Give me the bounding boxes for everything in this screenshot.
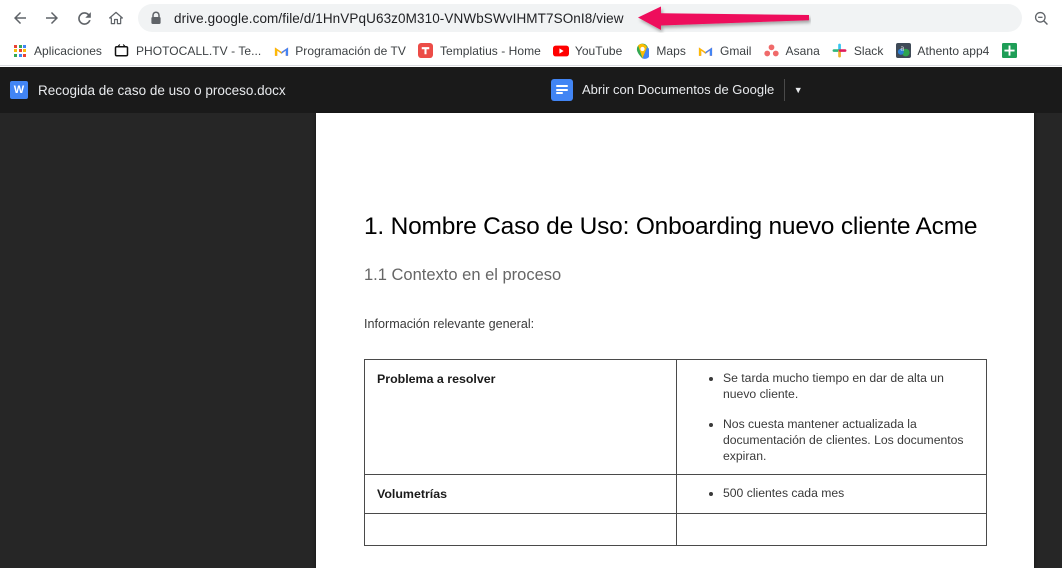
- bookmark-maps[interactable]: Maps: [628, 39, 692, 63]
- bookmark-athento-app4[interactable]: a Athento app4: [889, 39, 995, 63]
- cell-label-text: Volumetrías: [377, 487, 448, 502]
- bookmark-youtube[interactable]: YouTube: [547, 39, 629, 63]
- templatius-icon: [418, 43, 434, 59]
- chevron-down-icon[interactable]: ▼: [785, 85, 811, 95]
- bookmark-programacion-de-tv[interactable]: Programación de TV: [267, 39, 412, 63]
- bullet-list: 500 clientes cada mes: [689, 485, 976, 501]
- back-button[interactable]: [6, 4, 34, 32]
- list-item: Se tarda mucho tiempo en dar de alta un …: [723, 370, 976, 402]
- asana-dots-icon: [764, 43, 780, 59]
- bookmark-label: Asana: [785, 43, 820, 58]
- document-page: 1. Nombre Caso de Uso: Onboarding nuevo …: [316, 113, 1034, 568]
- table-cell-label: Volumetrías: [364, 474, 677, 515]
- open-with-google-docs-button[interactable]: Abrir con Documentos de Google ▼: [551, 74, 812, 105]
- table-row: Problema a resolver Se tarda mucho tiemp…: [364, 358, 987, 476]
- bookmark-templatius-home[interactable]: Templatius - Home: [412, 39, 547, 63]
- document-paragraph: Información relevante general:: [364, 317, 535, 331]
- google-docs-icon: [551, 78, 573, 101]
- bookmark-aplicaciones[interactable]: Aplicaciones: [6, 39, 108, 63]
- bookmark-asana[interactable]: Asana: [758, 39, 826, 63]
- address-bar[interactable]: drive.google.com/file/d/1HnVPqU63z0M310-…: [138, 4, 1022, 32]
- bookmark-label: Slack: [853, 43, 884, 58]
- bookmark-label: Aplicaciones: [34, 43, 102, 58]
- bookmarks-bar: Aplicaciones PHOTOCALL.TV - Te... Progra…: [0, 36, 1062, 66]
- context-table: Problema a resolver Se tarda mucho tiemp…: [364, 358, 987, 547]
- drive-file-viewer: W Recogida de caso de uso o proceso.docx…: [0, 67, 1062, 568]
- document-heading: 1. Nombre Caso de Uso: Onboarding nuevo …: [364, 213, 978, 240]
- bookmark-green-plus[interactable]: [995, 39, 1029, 63]
- tv-icon: [114, 43, 130, 59]
- viewer-toolbar: W Recogida de caso de uso o proceso.docx…: [0, 67, 1062, 113]
- bookmark-photocall-tv[interactable]: PHOTOCALL.TV - Te...: [108, 39, 267, 63]
- svg-text:a: a: [900, 43, 904, 53]
- bookmark-label: YouTube: [574, 43, 623, 58]
- file-name-chip: W Recogida de caso de uso o proceso.docx: [10, 81, 286, 99]
- open-with-label: Abrir con Documentos de Google: [582, 82, 775, 97]
- table-row: Volumetrías 500 clientes cada mes: [364, 474, 987, 515]
- table-row: [364, 513, 987, 547]
- reload-button[interactable]: [70, 4, 98, 32]
- gmail-m-icon: [273, 43, 289, 59]
- word-docx-icon: W: [10, 81, 28, 99]
- forward-button[interactable]: [38, 4, 66, 32]
- green-plus-icon: [1001, 43, 1017, 59]
- list-item: 500 clientes cada mes: [723, 485, 976, 501]
- slack-icon: [832, 43, 848, 59]
- zoom-out-icon[interactable]: [1028, 5, 1054, 31]
- bookmark-slack[interactable]: Slack: [826, 39, 890, 63]
- browser-window: drive.google.com/file/d/1HnVPqU63z0M310-…: [0, 0, 1062, 568]
- bookmark-label: PHOTOCALL.TV - Te...: [135, 43, 262, 58]
- table-cell-label: [364, 513, 677, 547]
- cell-label-text: Problema a resolver: [377, 372, 496, 386]
- bookmark-gmail[interactable]: Gmail: [692, 39, 758, 63]
- bookmark-label: Programación de TV: [295, 43, 406, 58]
- table-cell-bullets: Se tarda mucho tiempo en dar de alta un …: [676, 358, 987, 476]
- url-text: drive.google.com/file/d/1HnVPqU63z0M310-…: [174, 10, 624, 26]
- bullet-list: Se tarda mucho tiempo en dar de alta un …: [689, 370, 976, 464]
- gmail-m-icon: [698, 43, 714, 59]
- apps-grid-icon: [12, 43, 28, 59]
- table-cell-bullets: [676, 513, 987, 547]
- bookmark-label: Gmail: [719, 43, 752, 58]
- home-button[interactable]: [102, 4, 130, 32]
- document-subheading: 1.1 Contexto en el proceso: [364, 266, 562, 284]
- file-name-label: Recogida de caso de uso o proceso.docx: [38, 82, 286, 98]
- table-cell-bullets: 500 clientes cada mes: [676, 474, 987, 515]
- athento-icon: a: [895, 43, 911, 59]
- bookmark-label: Templatius - Home: [439, 43, 541, 58]
- bookmark-label: Athento app4: [917, 43, 990, 58]
- table-cell-label: Problema a resolver: [364, 358, 677, 476]
- list-item: Nos cuesta mantener actualizada la docum…: [723, 416, 976, 464]
- youtube-icon: [552, 43, 569, 59]
- browser-toolbar: drive.google.com/file/d/1HnVPqU63z0M310-…: [0, 0, 1062, 36]
- bookmark-label: Maps: [656, 43, 686, 58]
- maps-pin-icon: [634, 43, 650, 59]
- lock-icon[interactable]: [150, 11, 162, 25]
